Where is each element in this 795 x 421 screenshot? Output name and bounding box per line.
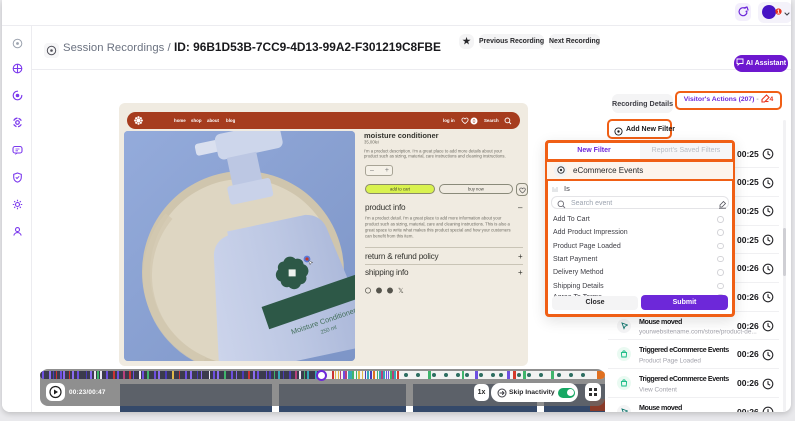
svg-text:𝕏: 𝕏 — [398, 287, 404, 294]
svg-text:0: 0 — [473, 119, 476, 125]
